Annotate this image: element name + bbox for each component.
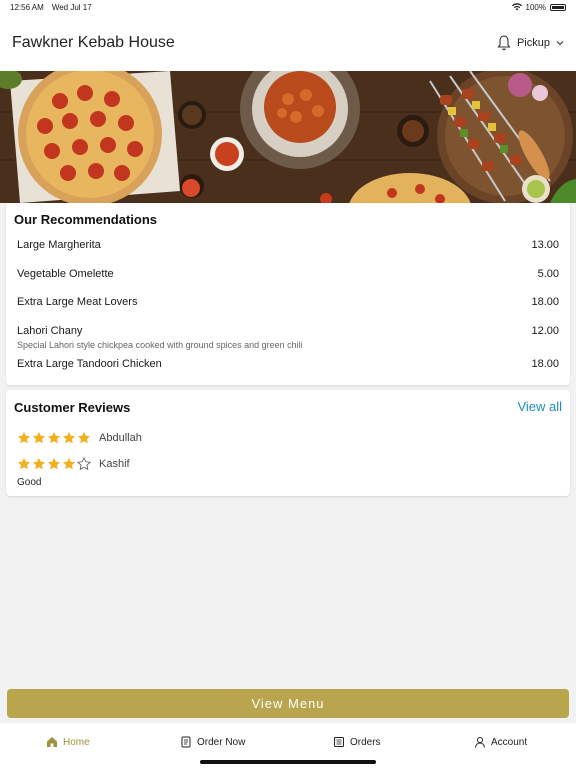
- menu-item-price: 12.00: [531, 325, 559, 337]
- pickup-selector[interactable]: Pickup: [497, 34, 564, 51]
- menu-item-description: Special Lahori style chickpea cooked wit…: [17, 340, 303, 350]
- star-filled-icon: [47, 431, 61, 444]
- recommendations-card: Our Recommendations Large Margherita 13.…: [6, 203, 570, 385]
- tab-label: Home: [63, 736, 90, 748]
- reviewer-name: Kashif: [99, 458, 130, 470]
- menu-item-price: 18.00: [531, 358, 559, 370]
- home-icon: [47, 737, 57, 747]
- menu-item-name: Lahori Chany: [17, 325, 83, 337]
- wifi-icon: [511, 3, 522, 11]
- orders-list-icon: [334, 737, 344, 747]
- menu-item[interactable]: Vegetable Omelette 5.00: [17, 268, 559, 282]
- star-empty-icon: [77, 457, 91, 471]
- menu-item[interactable]: Lahori Chany 12.00 Special Lahori style …: [17, 325, 559, 353]
- star-filled-icon: [32, 457, 46, 470]
- status-time: 12:56 AM: [10, 2, 44, 12]
- menu-item[interactable]: Extra Large Tandoori Chicken 18.00: [17, 358, 559, 372]
- tab-label: Order Now: [197, 736, 246, 748]
- tab-label: Orders: [350, 736, 381, 748]
- tab-account[interactable]: Account: [474, 736, 527, 748]
- menu-item-name: Vegetable Omelette: [17, 268, 114, 280]
- account-icon: [475, 737, 485, 748]
- view-menu-button[interactable]: View Menu: [7, 689, 569, 718]
- star-filled-icon: [62, 457, 76, 470]
- review-row: Kashif: [17, 457, 130, 471]
- recommendations-title: Our Recommendations: [14, 212, 158, 227]
- star-filled-icon: [17, 431, 31, 444]
- menu-item-price: 13.00: [531, 239, 559, 251]
- star-filled-icon: [17, 457, 31, 470]
- rating-stars: [17, 457, 91, 471]
- review-row: Abdullah: [17, 431, 142, 445]
- status-date: Wed Jul 17: [51, 2, 92, 12]
- menu-item-price: 5.00: [537, 268, 559, 280]
- battery-percent: 100%: [525, 2, 546, 12]
- home-indicator: [200, 760, 376, 764]
- tab-orders[interactable]: Orders: [333, 736, 381, 748]
- menu-item-name: Extra Large Meat Lovers: [17, 296, 138, 308]
- order-icon: [181, 736, 191, 748]
- tab-order-now[interactable]: Order Now: [180, 736, 245, 748]
- pickup-label: Pickup: [516, 36, 550, 49]
- menu-item[interactable]: Extra Large Meat Lovers 18.00: [17, 296, 559, 310]
- star-filled-icon: [47, 457, 61, 470]
- tab-label: Account: [491, 736, 528, 748]
- menu-item-name: Large Margherita: [17, 239, 101, 251]
- bell-icon[interactable]: [497, 34, 511, 51]
- restaurant-title: Fawkner Kebab House: [12, 33, 175, 51]
- reviews-card: Customer Reviews View all Abdullah Kashi…: [6, 390, 570, 496]
- reviews-title: Customer Reviews: [14, 400, 131, 415]
- reviewer-name: Abdullah: [99, 432, 142, 444]
- rating-stars: [17, 431, 91, 445]
- chevron-down-icon: [556, 40, 564, 45]
- battery-icon: [550, 3, 566, 11]
- review-text: Good: [17, 477, 42, 488]
- tab-home[interactable]: Home: [46, 736, 90, 748]
- status-bar: 12:56 AM Wed Jul 17 100%: [0, 0, 576, 14]
- star-filled-icon: [32, 431, 46, 444]
- menu-item-price: 18.00: [531, 296, 559, 308]
- star-filled-icon: [62, 431, 76, 444]
- hero-food-illustration: [0, 71, 576, 203]
- menu-item[interactable]: Large Margherita 13.00: [17, 239, 559, 253]
- menu-item-name: Extra Large Tandoori Chicken: [17, 358, 162, 370]
- hero-banner: [0, 71, 576, 203]
- app-header: Fawkner Kebab House Pickup: [0, 14, 576, 71]
- view-all-link[interactable]: View all: [517, 399, 562, 414]
- star-filled-icon: [77, 431, 91, 444]
